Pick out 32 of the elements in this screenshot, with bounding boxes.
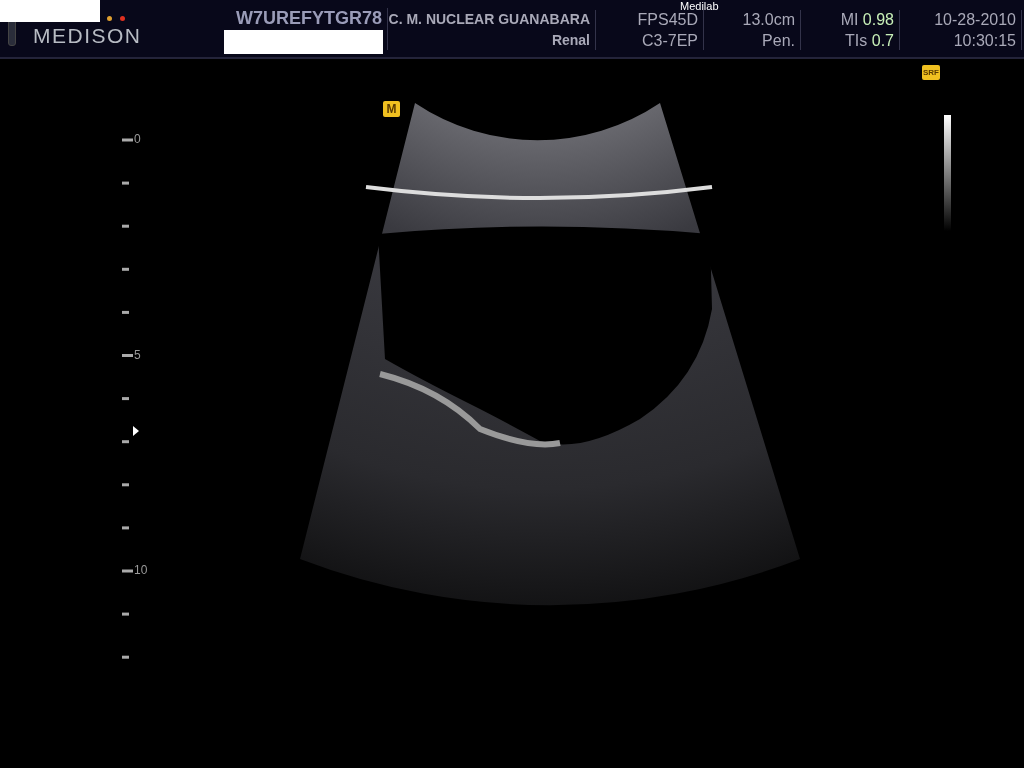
depth-tick [122, 397, 129, 401]
depth-tick [122, 655, 129, 659]
application-label: Renal [551, 31, 590, 50]
depth-tick [122, 138, 133, 142]
institution-name: C. M. NUCLEAR GUANABARA [388, 10, 590, 29]
brand-logo: MEDISON [33, 24, 142, 48]
depth-tick [122, 569, 133, 573]
depth-label: 10 [134, 563, 148, 577]
depth-tick [122, 526, 129, 530]
mode-label: Pen. [762, 31, 795, 51]
srf-badge: SRF [922, 65, 940, 80]
depth-tick [122, 440, 129, 444]
tis-reading: TIs 0.7 [845, 31, 894, 51]
depth-label: 5 [134, 347, 141, 362]
depth-tick [122, 181, 129, 185]
depth-tick [122, 354, 133, 357]
focus-marker-icon [133, 426, 139, 436]
depth-tick [122, 612, 129, 616]
depth-tick [122, 483, 129, 487]
depth-label: 0 [134, 132, 141, 146]
patient-id: W7UREFYTGR78 [235, 8, 382, 29]
site-label: Medilab [680, 0, 719, 12]
date-label: 10-28-2010 [934, 10, 1016, 30]
preset-label: FPS45D [637, 10, 698, 30]
depth-tick [122, 267, 129, 271]
probe-label: C3-7EP [641, 31, 698, 51]
time-label: 10:30:15 [953, 31, 1016, 51]
depth-tick [122, 310, 129, 314]
depth-tick [122, 224, 129, 228]
mi-reading: MI 0.98 [840, 10, 894, 30]
depth-reading: 13.0cm [742, 10, 795, 30]
m-badge: M [383, 101, 400, 117]
